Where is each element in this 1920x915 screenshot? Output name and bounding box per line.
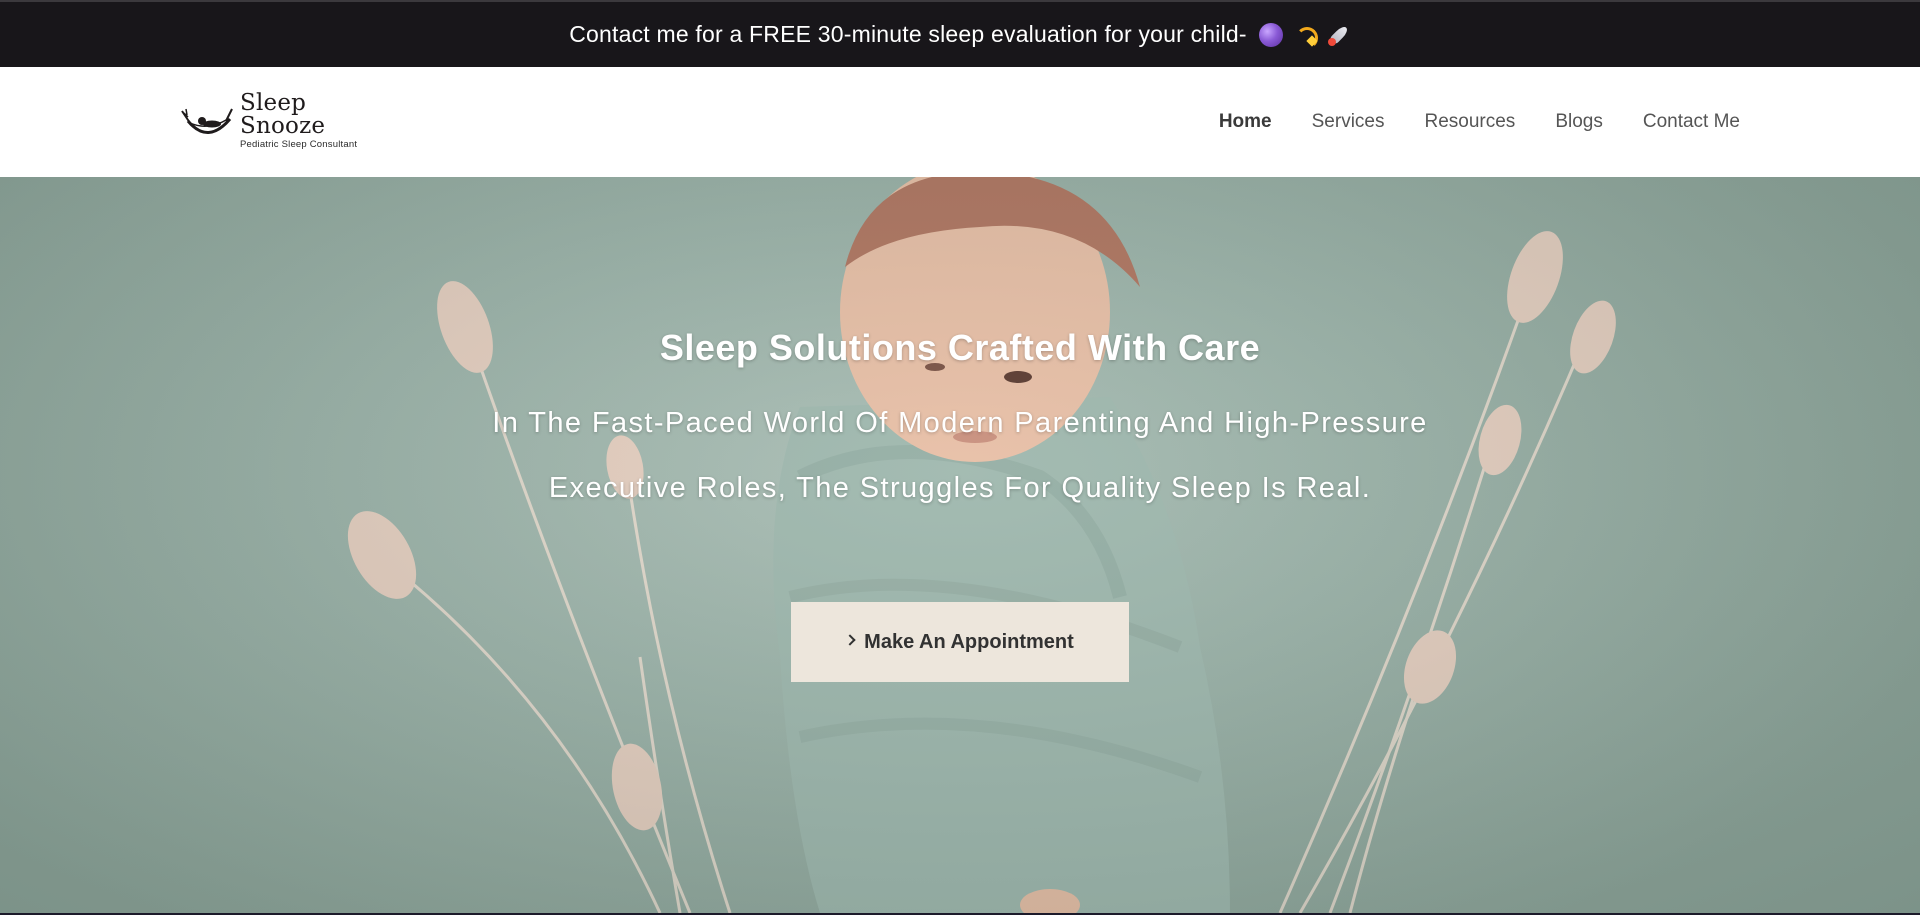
dizzy-icon [1293,23,1318,49]
main-nav: Home Services Resources Blogs Contact Me [1219,67,1740,177]
hero-section: Sleep Solutions Crafted With Care In The… [0,177,1920,913]
hero-title: Sleep Solutions Crafted With Care [659,327,1261,368]
chevron-right-icon [844,634,856,646]
make-appointment-label: Make An Appointment [864,630,1074,653]
nav-item-resources[interactable]: Resources [1424,111,1515,133]
hero-subtitle-line-2: Executive Roles, The Struggles For Quali… [548,472,1372,504]
hero-subtitle-line-1: In The Fast‑Paced World Of Modern Parent… [492,407,1428,439]
hero-subtitle: In The Fast‑Paced World Of Modern Parent… [410,391,1510,521]
make-appointment-button[interactable]: Make An Appointment [791,602,1129,682]
rocket-icon [1327,23,1351,47]
nav-item-services[interactable]: Services [1312,111,1385,133]
logo-text: Sleep Snooze Pediatric Sleep Consultant [240,92,380,150]
announcement-text: Contact me for a FREE 30‑minute sleep ev… [569,21,1247,47]
hero-overlay [0,177,1920,913]
logo-title: Sleep Snooze [240,90,326,140]
logo-subtitle: Pediatric Sleep Consultant [240,139,358,151]
site-header: Sleep Snooze Pediatric Sleep Consultant … [0,67,1920,177]
hammock-baby-icon [180,101,238,141]
announcement-bar: Contact me for a FREE 30‑minute sleep ev… [0,0,1920,67]
announcement-emojis [1258,22,1351,49]
nav-item-blogs[interactable]: Blogs [1555,111,1603,133]
logo[interactable]: Sleep Snooze Pediatric Sleep Consultant [180,92,380,149]
nav-item-home[interactable]: Home [1219,111,1272,133]
nav-item-contact-me[interactable]: Contact Me [1643,111,1740,133]
moon-icon [1258,22,1283,47]
